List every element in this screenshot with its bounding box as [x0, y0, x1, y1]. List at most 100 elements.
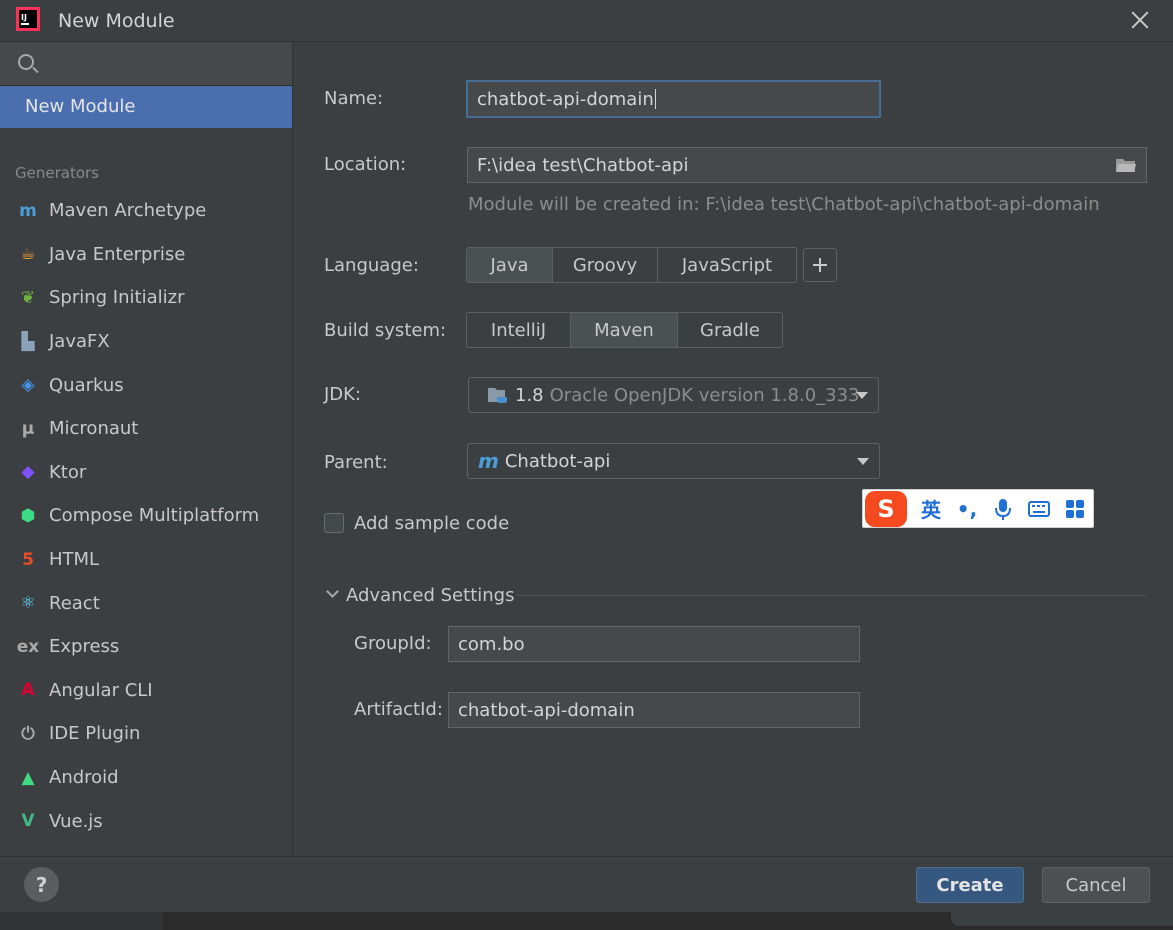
- create-button[interactable]: Create: [916, 867, 1024, 903]
- build-maven-button[interactable]: Maven: [571, 313, 678, 347]
- add-language-button[interactable]: [803, 248, 837, 282]
- advanced-divider: [516, 595, 1146, 596]
- artifactid-value: chatbot-api-domain: [458, 699, 635, 721]
- sidebar-item-quarkus[interactable]: ◈ Quarkus: [0, 363, 292, 407]
- sidebar-item-label: Angular CLI: [49, 679, 153, 701]
- mic-icon[interactable]: [991, 497, 1015, 521]
- artifactid-label: ArtifactId:: [354, 699, 443, 720]
- help-button[interactable]: ?: [24, 867, 59, 902]
- add-sample-code-label: Add sample code: [354, 513, 510, 534]
- compose-icon: ⬢: [20, 505, 36, 526]
- close-icon[interactable]: [1129, 9, 1151, 31]
- sidebar-item-compose-multiplatform[interactable]: ⬢ Compose Multiplatform: [0, 494, 292, 538]
- module-form: Name: chatbot-api-domain Location: F:\id…: [293, 42, 1173, 856]
- sidebar-item-label: HTML: [49, 549, 100, 571]
- grid-icon[interactable]: [1063, 497, 1087, 521]
- jdk-label: JDK:: [324, 384, 362, 405]
- jdk-detail: Oracle OpenJDK version 1.8.0_333: [549, 384, 860, 406]
- sidebar-item-express[interactable]: ex Express: [0, 625, 292, 669]
- html5-icon: 5: [22, 549, 34, 570]
- sidebar-item-label: Vue.js: [49, 810, 103, 832]
- build-gradle-button[interactable]: Gradle: [678, 313, 782, 347]
- sidebar-item-label: Ktor: [49, 461, 87, 483]
- language-label: Language:: [324, 255, 419, 276]
- java-enterprise-icon: ☕: [20, 244, 36, 265]
- sidebar-item-label: Quarkus: [49, 374, 124, 396]
- browse-folder-icon[interactable]: [1115, 157, 1137, 173]
- title-bar: IJ New Module: [0, 0, 1173, 42]
- ime-language-toggle[interactable]: 英: [919, 494, 943, 523]
- sidebar-item-spring-initializr[interactable]: ❦ Spring Initializr: [0, 276, 292, 320]
- chevron-down-icon[interactable]: [326, 585, 339, 598]
- sidebar-search[interactable]: [0, 42, 292, 86]
- location-label: Location:: [324, 154, 407, 175]
- vue-icon: V: [21, 811, 35, 832]
- intellij-logo-icon: IJ: [16, 7, 40, 31]
- cancel-button[interactable]: Cancel: [1042, 867, 1150, 903]
- sidebar-item-angular-cli[interactable]: A Angular CLI: [0, 669, 292, 713]
- sidebar-item-ktor[interactable]: ◆ Ktor: [0, 451, 292, 495]
- sidebar-item-java-enterprise[interactable]: ☕ Java Enterprise: [0, 233, 292, 277]
- sidebar-item-label: Micronaut: [49, 418, 139, 440]
- location-value: F:\idea test\Chatbot-api: [477, 154, 689, 176]
- sidebar-item-ide-plugin[interactable]: ⏻ IDE Plugin: [0, 712, 292, 756]
- sidebar-item-label: IDE Plugin: [49, 723, 141, 745]
- window-title: New Module: [58, 10, 175, 32]
- build-system-selector: IntelliJ Maven Gradle: [466, 312, 783, 348]
- language-javascript-button[interactable]: JavaScript: [658, 248, 796, 282]
- sidebar-item-html[interactable]: 5 HTML: [0, 538, 292, 582]
- svg-text:IJ: IJ: [21, 13, 27, 22]
- groupid-label: GroupId:: [354, 633, 432, 654]
- new-module-dialog: IJ New Module New Module Generators m Mav…: [0, 0, 1173, 912]
- keyboard-icon[interactable]: [1027, 497, 1051, 521]
- sidebar-item-react[interactable]: ⚛ React: [0, 581, 292, 625]
- sidebar-item-label: React: [49, 592, 100, 614]
- sidebar-item-label: Android: [49, 767, 119, 789]
- name-input[interactable]: chatbot-api-domain: [466, 80, 881, 118]
- sidebar-item-new-module[interactable]: New Module: [0, 86, 292, 128]
- express-icon: ex: [16, 636, 40, 657]
- sidebar-item-android[interactable]: ▲ Android: [0, 756, 292, 800]
- sidebar-item-javafx[interactable]: ▙ JavaFX: [0, 320, 292, 364]
- text-caret: [654, 89, 656, 109]
- background-panel-left: [0, 912, 163, 930]
- name-value: chatbot-api-domain: [477, 88, 654, 110]
- location-input[interactable]: F:\idea test\Chatbot-api: [467, 147, 1147, 183]
- sidebar: New Module Generators m Maven Archetype ☕ J…: [0, 42, 293, 856]
- sidebar-item-maven-archetype[interactable]: m Maven Archetype: [0, 189, 292, 233]
- angular-icon: A: [21, 680, 35, 701]
- sidebar-item-label: Express: [49, 636, 120, 658]
- generators-list: m Maven Archetype ☕ Java Enterprise ❦ Spring …: [0, 189, 292, 843]
- ime-toolbar: S 英 •,: [862, 489, 1094, 528]
- language-selector: Java Groovy JavaScript: [466, 247, 797, 283]
- chevron-down-icon: [857, 458, 869, 465]
- spring-icon: ❦: [20, 287, 36, 308]
- artifactid-input[interactable]: chatbot-api-domain: [448, 692, 860, 728]
- groupid-input[interactable]: com.bo: [448, 626, 860, 662]
- name-label: Name:: [324, 88, 384, 109]
- background-panel-right: [951, 912, 1173, 926]
- react-icon: ⚛: [20, 593, 36, 614]
- advanced-settings-toggle[interactable]: Advanced Settings: [346, 585, 514, 606]
- sidebar-item-micronaut[interactable]: μ Micronaut: [0, 407, 292, 451]
- jdk-version: 1.8: [515, 384, 544, 406]
- generators-heading: Generators: [15, 164, 99, 182]
- sidebar-item-vue-js[interactable]: V Vue.js: [0, 799, 292, 843]
- search-icon: [18, 54, 34, 70]
- sogou-logo-icon[interactable]: S: [865, 490, 907, 527]
- jdk-folder-icon: [488, 388, 507, 403]
- add-sample-code-checkbox[interactable]: [324, 513, 344, 533]
- ime-punctuation-toggle[interactable]: •,: [955, 497, 979, 521]
- sidebar-item-label: Java Enterprise: [49, 243, 186, 265]
- jdk-dropdown[interactable]: 1.8 Oracle OpenJDK version 1.8.0_333: [468, 377, 879, 413]
- language-groovy-button[interactable]: Groovy: [553, 248, 658, 282]
- language-java-button[interactable]: Java: [467, 248, 553, 282]
- groupid-value: com.bo: [458, 633, 525, 655]
- quarkus-icon: ◈: [21, 375, 35, 396]
- maven-icon: m: [19, 200, 37, 221]
- maven-icon: m: [478, 449, 499, 473]
- sidebar-item-label: JavaFX: [49, 331, 110, 353]
- build-intellij-button[interactable]: IntelliJ: [467, 313, 571, 347]
- parent-dropdown[interactable]: m Chatbot-api: [467, 443, 880, 479]
- javafx-folder-icon: ▙: [21, 331, 35, 352]
